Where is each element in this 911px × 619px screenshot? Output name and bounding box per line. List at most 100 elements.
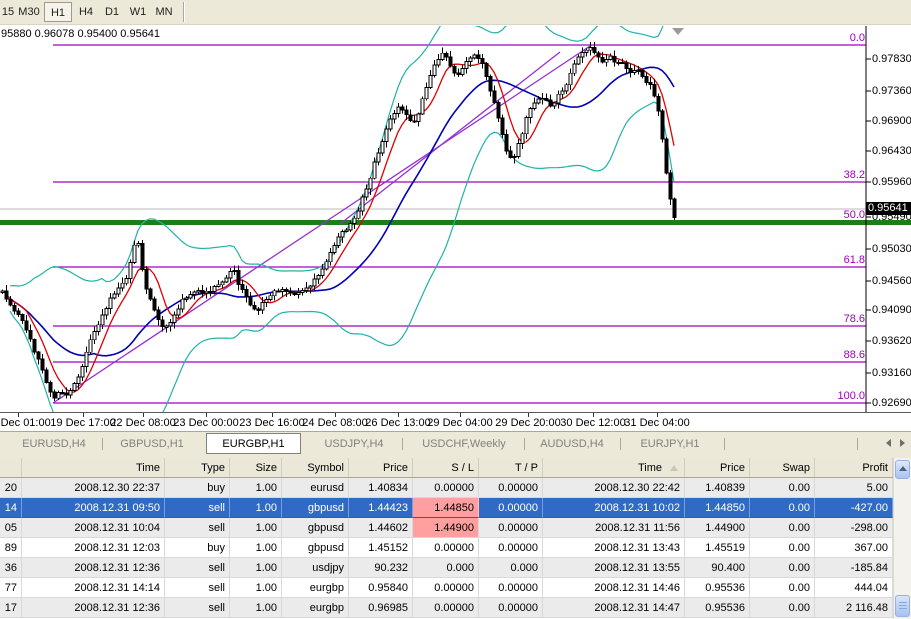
column-header-swap[interactable]: Swap xyxy=(750,458,815,477)
timeframe-button-h4[interactable]: H4 xyxy=(73,2,99,22)
arrow-up-icon xyxy=(899,466,907,471)
candlestick-chart[interactable] xyxy=(0,26,911,412)
terminal-panel: TimeTypeSizeSymbolPriceS / LT / PTimePri… xyxy=(0,458,911,619)
chart-tab-eurgbp[interactable]: EURGBP,H1 xyxy=(206,433,301,454)
column-header-s-l[interactable]: S / L xyxy=(413,458,479,477)
cell-type: sell xyxy=(165,558,230,578)
cell-order: 17 xyxy=(0,598,22,618)
column-header-t-p[interactable]: T / P xyxy=(479,458,543,477)
chart-shift-marker-icon xyxy=(672,28,684,35)
cell-size: 1.00 xyxy=(230,478,282,498)
cell-s-l: 1.44850 xyxy=(413,498,479,518)
cell-time: 2008.12.31 11:56 xyxy=(543,518,685,538)
price-axis-label: 0.93620 xyxy=(872,335,911,347)
chart-tab-audusd[interactable]: AUDUSD,H4 xyxy=(528,435,616,453)
cell-symbol: eurgbp xyxy=(282,578,349,598)
price-axis-label: 0.95960 xyxy=(872,176,911,188)
price-axis-label: 0.96900 xyxy=(872,115,911,127)
cell-time: 2008.12.31 14:14 xyxy=(22,578,165,598)
scrollbar-thumb[interactable] xyxy=(895,595,910,617)
cell-time: 2008.12.31 10:02 xyxy=(543,498,685,518)
tab-divider xyxy=(524,438,525,450)
cell-size: 1.00 xyxy=(230,518,282,538)
column-header-size[interactable]: Size xyxy=(230,458,282,477)
chart-tabs: EURUSD,H4 GBPUSD,H1 EURGBP,H1 USDJPY,H4 USDC… xyxy=(0,431,911,454)
cell-swap: 0.00 xyxy=(750,598,815,618)
chart-panel[interactable]: 95880 0.96078 0.95400 0.95641 0.95641 0.… xyxy=(0,26,911,412)
price-axis-label: 0.93160 xyxy=(872,367,911,379)
timeframe-button-h1[interactable]: H1 xyxy=(44,2,72,22)
cell-order: 36 xyxy=(0,558,22,578)
cell-time: 2008.12.31 12:36 xyxy=(22,558,165,578)
timeframe-button-w1[interactable]: W1 xyxy=(125,2,151,22)
cell-profit: -427.00 xyxy=(815,498,893,518)
column-header-price[interactable]: Price xyxy=(349,458,413,477)
cell-size: 1.00 xyxy=(230,538,282,558)
terminal-scrollbar[interactable] xyxy=(893,458,911,619)
fib-level-label: 100.0 xyxy=(837,390,865,402)
column-header-time[interactable]: Time xyxy=(543,458,685,477)
table-row[interactable]: 052008.12.31 10:04sell1.00gbpusd1.446021… xyxy=(0,518,911,538)
chart-tab-eurjpy[interactable]: EURJPY,H1 xyxy=(626,435,714,453)
table-row[interactable]: 892008.12.31 12:03buy1.00gbpusd1.451520.… xyxy=(0,538,911,558)
cell-time: 2008.12.31 10:04 xyxy=(22,518,165,538)
price-axis-label: 0.97360 xyxy=(872,85,911,97)
cell-time: 2008.12.31 12:03 xyxy=(22,538,165,558)
cell-symbol: eurgbp xyxy=(282,598,349,618)
cell-symbol: gbpusd xyxy=(282,518,349,538)
table-row[interactable]: 172008.12.31 12:36sell1.00eurgbp0.969850… xyxy=(0,598,911,618)
cell-symbol: usdjpy xyxy=(282,558,349,578)
tab-scroll-right-icon[interactable] xyxy=(900,439,905,447)
cell-symbol: eurusd xyxy=(282,478,349,498)
table-row[interactable]: 142008.12.31 09:50sell1.00gbpusd1.444231… xyxy=(0,498,911,518)
cell-size: 1.00 xyxy=(230,598,282,618)
timeframe-button-d1[interactable]: D1 xyxy=(99,2,125,22)
time-axis-label: 29 Dec 04:00 xyxy=(423,417,497,429)
cell-s-l: 0.00000 xyxy=(413,538,479,558)
chart-tab-usdchf[interactable]: USDCHF,Weekly xyxy=(408,435,520,453)
cell-price: 1.45519 xyxy=(685,538,750,558)
chart-tab-usdjpy[interactable]: USDJPY,H4 xyxy=(310,435,398,453)
column-header-symbol[interactable]: Symbol xyxy=(282,458,349,477)
cell-profit: 2 116.48 xyxy=(815,598,893,618)
cell-type: buy xyxy=(165,538,230,558)
price-axis-label: 0.94090 xyxy=(872,304,911,316)
table-row[interactable]: 202008.12.30 22:37buy1.00eurusd1.408340.… xyxy=(0,478,911,498)
timeframe-button-m30[interactable]: M30 xyxy=(15,2,43,22)
column-header-time[interactable]: Time xyxy=(22,458,165,477)
column-header-order[interactable] xyxy=(0,458,22,477)
tab-divider xyxy=(620,438,621,450)
column-header-profit[interactable]: Profit xyxy=(815,458,893,477)
cell-time: 2008.12.30 22:37 xyxy=(22,478,165,498)
scrollbar-up-button[interactable] xyxy=(895,460,910,479)
table-row[interactable]: 772008.12.31 14:14sell1.00eurgbp0.958400… xyxy=(0,578,911,598)
cell-time: 2008.12.31 13:43 xyxy=(543,538,685,558)
fib-level-label: 0.0 xyxy=(850,32,865,44)
cell-time: 2008.12.31 14:47 xyxy=(543,598,685,618)
chart-tab-eurusd[interactable]: EURUSD,H4 xyxy=(10,435,98,453)
cell-s-l: 0.000 xyxy=(413,558,479,578)
time-axis-label: 31 Dec 04:00 xyxy=(620,417,694,429)
chart-tab-gbpusd[interactable]: GBPUSD,H1 xyxy=(108,435,196,453)
tab-divider xyxy=(857,438,858,450)
time-axis-label: 30 Dec 12:00 xyxy=(556,417,630,429)
timeframe-button-mn[interactable]: MN xyxy=(151,2,177,22)
cell-price: 1.40834 xyxy=(349,478,413,498)
cell-t-p: 0.00000 xyxy=(479,538,543,558)
column-header-price[interactable]: Price xyxy=(685,458,750,477)
tab-scroll-left-icon[interactable] xyxy=(886,439,891,447)
table-row[interactable]: 362008.12.31 12:36sell1.00usdjpy90.2320.… xyxy=(0,558,911,578)
column-header-type[interactable]: Type xyxy=(165,458,230,477)
cell-price: 90.232 xyxy=(349,558,413,578)
fib-level-label: 88.6 xyxy=(844,349,865,361)
cell-order: 77 xyxy=(0,578,22,598)
cell-price: 1.44850 xyxy=(685,498,750,518)
cell-swap: 0.00 xyxy=(750,538,815,558)
cell-price: 0.96985 xyxy=(349,598,413,618)
price-axis-label: 0.96430 xyxy=(872,145,911,157)
fib-level-label: 61.8 xyxy=(844,254,865,266)
cell-time: 2008.12.31 13:55 xyxy=(543,558,685,578)
chart-ohlc-readout: 95880 0.96078 0.95400 0.95641 xyxy=(1,28,160,40)
cell-time: 2008.12.30 22:42 xyxy=(543,478,685,498)
timeframe-button-15[interactable]: 15 xyxy=(0,2,16,22)
